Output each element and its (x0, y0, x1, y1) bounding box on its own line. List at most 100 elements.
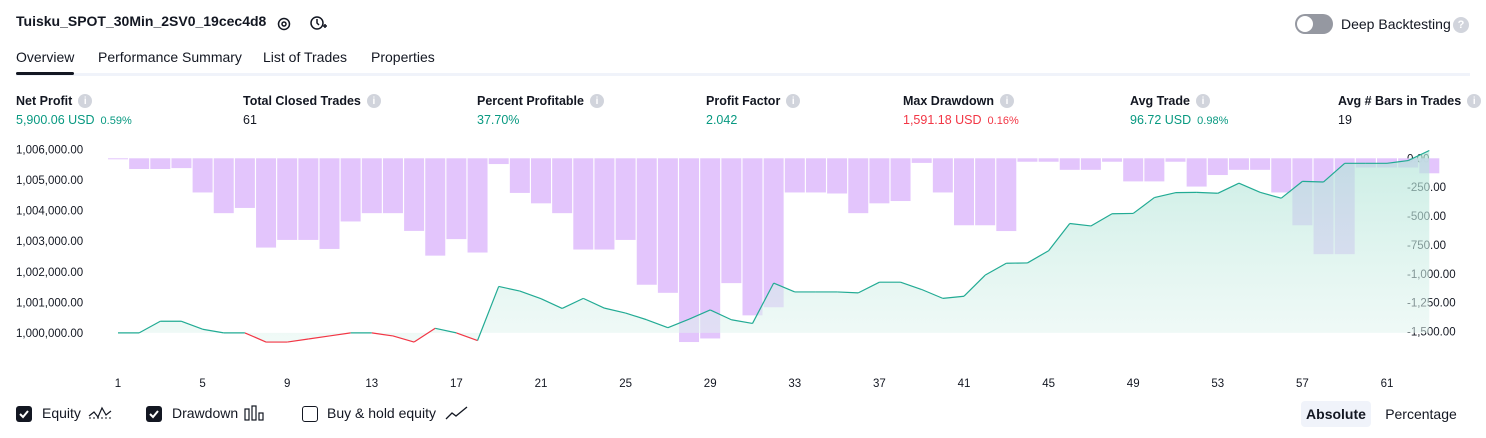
x-axis-tick: 9 (284, 378, 290, 390)
drawdown-bar (594, 158, 615, 250)
buy-hold-legend-label: Buy & hold equity (327, 405, 436, 421)
drawdown-bar (150, 158, 171, 170)
drawdown-bar (298, 158, 319, 240)
drawdown-bar (319, 158, 340, 249)
x-axis-tick: 37 (873, 378, 886, 390)
equity-drawdown-chart[interactable]: 1,006,000.00 1,005,000.00 1,004,000.00 1,00… (0, 135, 1486, 397)
settings-gear-icon[interactable] (275, 15, 293, 33)
drawdown-bar (1207, 158, 1228, 176)
drawdown-bar (1038, 158, 1059, 162)
drawdown-bar (425, 158, 446, 256)
drawdown-bar (382, 158, 403, 214)
info-icon[interactable]: i (78, 94, 93, 108)
x-axis-tick: 5 (199, 378, 205, 390)
buy-hold-line-icon (445, 404, 469, 427)
drawdown-bar (1123, 158, 1144, 182)
equity-line-segment (1302, 180, 1324, 183)
drawdown-bar (1271, 158, 1292, 193)
drawdown-bar (467, 158, 488, 253)
x-axis-tick: 57 (1296, 378, 1309, 390)
buy-hold-checkbox[interactable] (302, 406, 318, 422)
left-axis-tick: 1,001,000.00 (16, 297, 83, 309)
drawdown-bar (911, 158, 932, 163)
metric-label-text: Percent Profitable (477, 94, 584, 108)
add-alert-icon[interactable] (309, 14, 327, 32)
drawdown-bar (192, 158, 213, 193)
drawdown-bar (256, 158, 277, 248)
left-axis-tick: 1,002,000.00 (16, 267, 83, 279)
drawdown-bar (213, 158, 234, 214)
drawdown-bar (340, 158, 361, 222)
help-icon[interactable]: ? (1453, 17, 1469, 33)
drawdown-bar (108, 158, 128, 160)
info-icon[interactable]: i (1195, 94, 1210, 108)
drawdown-bar (954, 158, 974, 226)
metric-label-text: Total Closed Trades (243, 94, 361, 108)
metric-value: 5,900.06 USD 0.59% (16, 113, 132, 127)
info-icon[interactable]: i (1467, 94, 1482, 108)
tab-properties[interactable]: Properties (371, 49, 435, 65)
drawdown-bar (573, 158, 594, 250)
drawdown-bar (848, 158, 869, 214)
metric-label-text: Net Profit (16, 94, 73, 108)
left-axis-tick: 1,000,000.00 (16, 328, 83, 340)
drawdown-bar (1144, 158, 1165, 182)
metric-value-text: 61 (243, 113, 257, 127)
metric-value-text: 5,900.06 USD (16, 113, 95, 127)
equity-legend-label: Equity (42, 405, 81, 421)
drawdown-bar (657, 158, 678, 293)
drawdown-checkbox[interactable] (146, 406, 162, 422)
drawdown-bar (932, 158, 953, 193)
x-axis-tick: 1 (115, 378, 121, 390)
info-icon[interactable]: i (366, 94, 381, 108)
tab-list-of-trades[interactable]: List of Trades (263, 49, 347, 65)
x-axis-tick: 29 (704, 378, 717, 390)
x-axis-tick: 33 (788, 378, 801, 390)
metric-label: Total Closed Trades i (243, 94, 381, 108)
drawdown-bar (404, 158, 425, 231)
drawdown-bar (742, 158, 763, 316)
drawdown-legend-label: Drawdown (172, 405, 239, 421)
drawdown-bar (129, 158, 150, 170)
equity-checkbox[interactable] (16, 406, 32, 422)
drawdown-bar (827, 158, 848, 194)
metric-label: Max Drawdown i (903, 94, 1014, 108)
drawdown-bar (531, 158, 551, 204)
x-axis-tick: 13 (365, 378, 378, 390)
metric-label-text: Max Drawdown (903, 94, 994, 108)
drawdown-bar (784, 158, 805, 193)
percentage-mode-button[interactable]: Percentage (1378, 401, 1464, 427)
tabs-divider (16, 73, 1470, 76)
metric-percent: 0.16% (987, 115, 1019, 127)
metric-percent: 0.59% (100, 115, 132, 127)
info-icon[interactable]: i (786, 94, 801, 108)
metric-value-text: 19 (1338, 113, 1352, 127)
deep-backtesting-toggle[interactable] (1295, 14, 1333, 34)
drawdown-bar (488, 158, 509, 165)
drawdown-bar (446, 158, 467, 240)
deep-backtesting-label: Deep Backtesting (1341, 16, 1451, 32)
active-tab-indicator (16, 72, 74, 75)
info-icon[interactable]: i (589, 94, 604, 108)
metric-label-text: Profit Factor (706, 94, 781, 108)
drawdown-bar (721, 158, 742, 284)
left-axis-tick: 1,003,000.00 (16, 236, 83, 248)
drawdown-bar (805, 158, 826, 193)
x-axis-tick: 45 (1042, 378, 1055, 390)
metric-label: Percent Profitable i (477, 94, 604, 108)
left-axis-tick: 1,004,000.00 (16, 206, 83, 218)
info-icon[interactable]: i (1000, 94, 1014, 108)
tab-performance-summary[interactable]: Performance Summary (98, 49, 242, 65)
metric-value: 19 (1338, 113, 1352, 127)
drawdown-bar (1250, 158, 1271, 170)
drawdown-bar (509, 158, 530, 193)
absolute-mode-button[interactable]: Absolute (1301, 401, 1371, 427)
tab-overview[interactable]: Overview (16, 49, 74, 65)
drawdown-bar (975, 158, 996, 226)
drawdown-bar (890, 158, 911, 202)
drawdown-bar (1080, 158, 1101, 170)
drawdown-bar (869, 158, 890, 204)
x-axis-tick: 25 (619, 378, 632, 390)
drawdown-bar (1186, 158, 1207, 187)
x-axis-tick: 49 (1127, 378, 1140, 390)
